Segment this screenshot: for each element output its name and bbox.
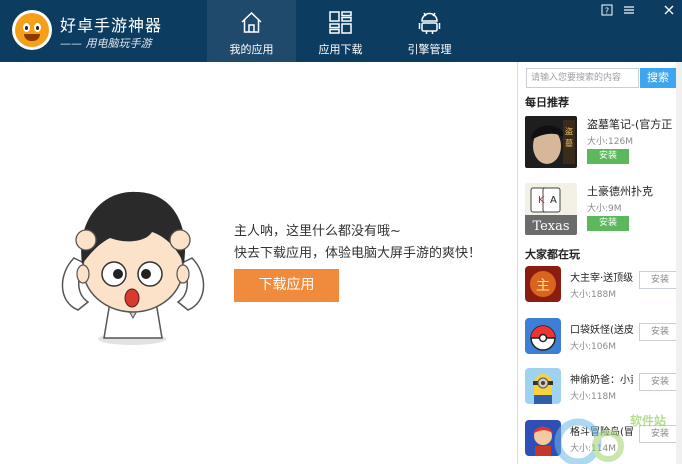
daily-recommend-item[interactable]: 盗 墓 盗墓笔记-(官方正 大小:126M 安装 <box>525 116 675 170</box>
empty-state-hint: 快去下载应用，体验电脑大屏手游的爽快！ <box>234 246 482 261</box>
install-button[interactable]: 安装 <box>639 425 681 443</box>
svg-text:A: A <box>550 195 557 206</box>
popular-item-name: 神偷奶爸：小黄 <box>570 375 633 386</box>
home-icon <box>241 11 262 33</box>
search-input[interactable] <box>526 68 639 88</box>
sidebar-scrollbar[interactable] <box>676 62 682 464</box>
daily-item-size: 大小:126M <box>587 137 633 147</box>
install-button[interactable]: 安装 <box>639 271 681 289</box>
popular-item-name: 大主宰·送顶级红 <box>570 273 633 284</box>
dazhuzai-game-icon: 主 <box>525 266 561 302</box>
popular-item[interactable]: 神偷奶爸：小黄 大小:118M 安装 <box>525 368 681 408</box>
cartoon-boy-illustration <box>61 191 205 345</box>
popular-item-size: 大小:188M <box>570 290 616 300</box>
android-icon <box>418 12 441 34</box>
tab-engine-manage-label: 引擎管理 <box>407 43 452 56</box>
popular-item-name: 格斗冒险岛(冒险 <box>570 427 633 438</box>
popular-item[interactable]: 主 大主宰·送顶级红 大小:188M 安装 <box>525 266 681 306</box>
help-button[interactable]: ? <box>600 3 614 17</box>
svg-text:Texas: Texas <box>532 219 569 234</box>
svg-text:?: ? <box>605 7 609 16</box>
grid-icon <box>329 11 352 34</box>
install-button[interactable]: 安装 <box>587 149 629 164</box>
fighter-game-icon <box>525 420 561 456</box>
recommend-sidebar: 搜索 每日推荐 盗 墓 盗墓笔记-(官方正 大小:126M 安装 K A <box>517 62 682 464</box>
search-button[interactable]: 搜索 <box>640 68 676 88</box>
texas-poker-icon: K A Texas <box>525 183 577 235</box>
tab-my-apps[interactable]: 我的应用 <box>207 0 296 62</box>
svg-text:主: 主 <box>536 278 550 294</box>
daily-item-name: 盗墓笔记-(官方正 <box>587 118 673 131</box>
app-title: 好卓手游神器 <box>60 16 163 35</box>
title-bar: 好卓手游神器 —— 用电脑玩手游 我的应用 应用下载 引擎管理 ? <box>0 0 682 62</box>
popular-item-size: 大小:106M <box>570 342 616 352</box>
svg-text:墓: 墓 <box>565 138 573 148</box>
app-logo <box>12 10 52 50</box>
minion-game-icon <box>525 368 561 404</box>
close-icon <box>664 5 674 15</box>
download-apps-button[interactable]: 下载应用 <box>234 269 339 302</box>
app-slogan: —— 用电脑玩手游 <box>60 37 152 50</box>
svg-text:盗: 盗 <box>565 126 573 136</box>
menu-button[interactable] <box>622 3 636 17</box>
daily-item-size: 大小:9M <box>587 204 622 214</box>
popular-item-name: 口袋妖怪(送皮卡 <box>570 325 633 336</box>
daily-recommend-title: 每日推荐 <box>525 96 569 109</box>
daily-recommend-item[interactable]: K A Texas 土豪德州扑克 大小:9M 安装 <box>525 183 675 237</box>
install-button[interactable]: 安装 <box>639 373 681 391</box>
popular-title: 大家都在玩 <box>525 248 580 261</box>
help-icon: ? <box>601 4 613 16</box>
popular-item-size: 大小:118M <box>570 392 616 402</box>
empty-state-message: 主人呐，这里什么都没有哦~ <box>234 224 401 239</box>
svg-text:K: K <box>538 195 545 206</box>
smiley-logo-icon <box>15 13 49 47</box>
tab-app-download-label: 应用下载 <box>318 43 363 56</box>
tab-engine-manage[interactable]: 引擎管理 <box>385 0 474 62</box>
daily-item-name: 土豪德州扑克 <box>587 185 653 198</box>
install-button[interactable]: 安装 <box>587 216 629 231</box>
tab-my-apps-label: 我的应用 <box>229 43 274 56</box>
tab-app-download[interactable]: 应用下载 <box>296 0 385 62</box>
popular-item[interactable]: 口袋妖怪(送皮卡 大小:106M 安装 <box>525 318 681 358</box>
popular-item[interactable]: 格斗冒险岛(冒险 大小:114M 安装 <box>525 420 681 460</box>
install-button[interactable]: 安装 <box>639 323 681 341</box>
menu-icon <box>624 6 634 14</box>
daomu-game-icon: 盗 墓 <box>525 116 577 168</box>
popular-item-size: 大小:114M <box>570 444 616 454</box>
pokemon-game-icon <box>525 318 561 354</box>
close-button[interactable] <box>662 3 676 17</box>
